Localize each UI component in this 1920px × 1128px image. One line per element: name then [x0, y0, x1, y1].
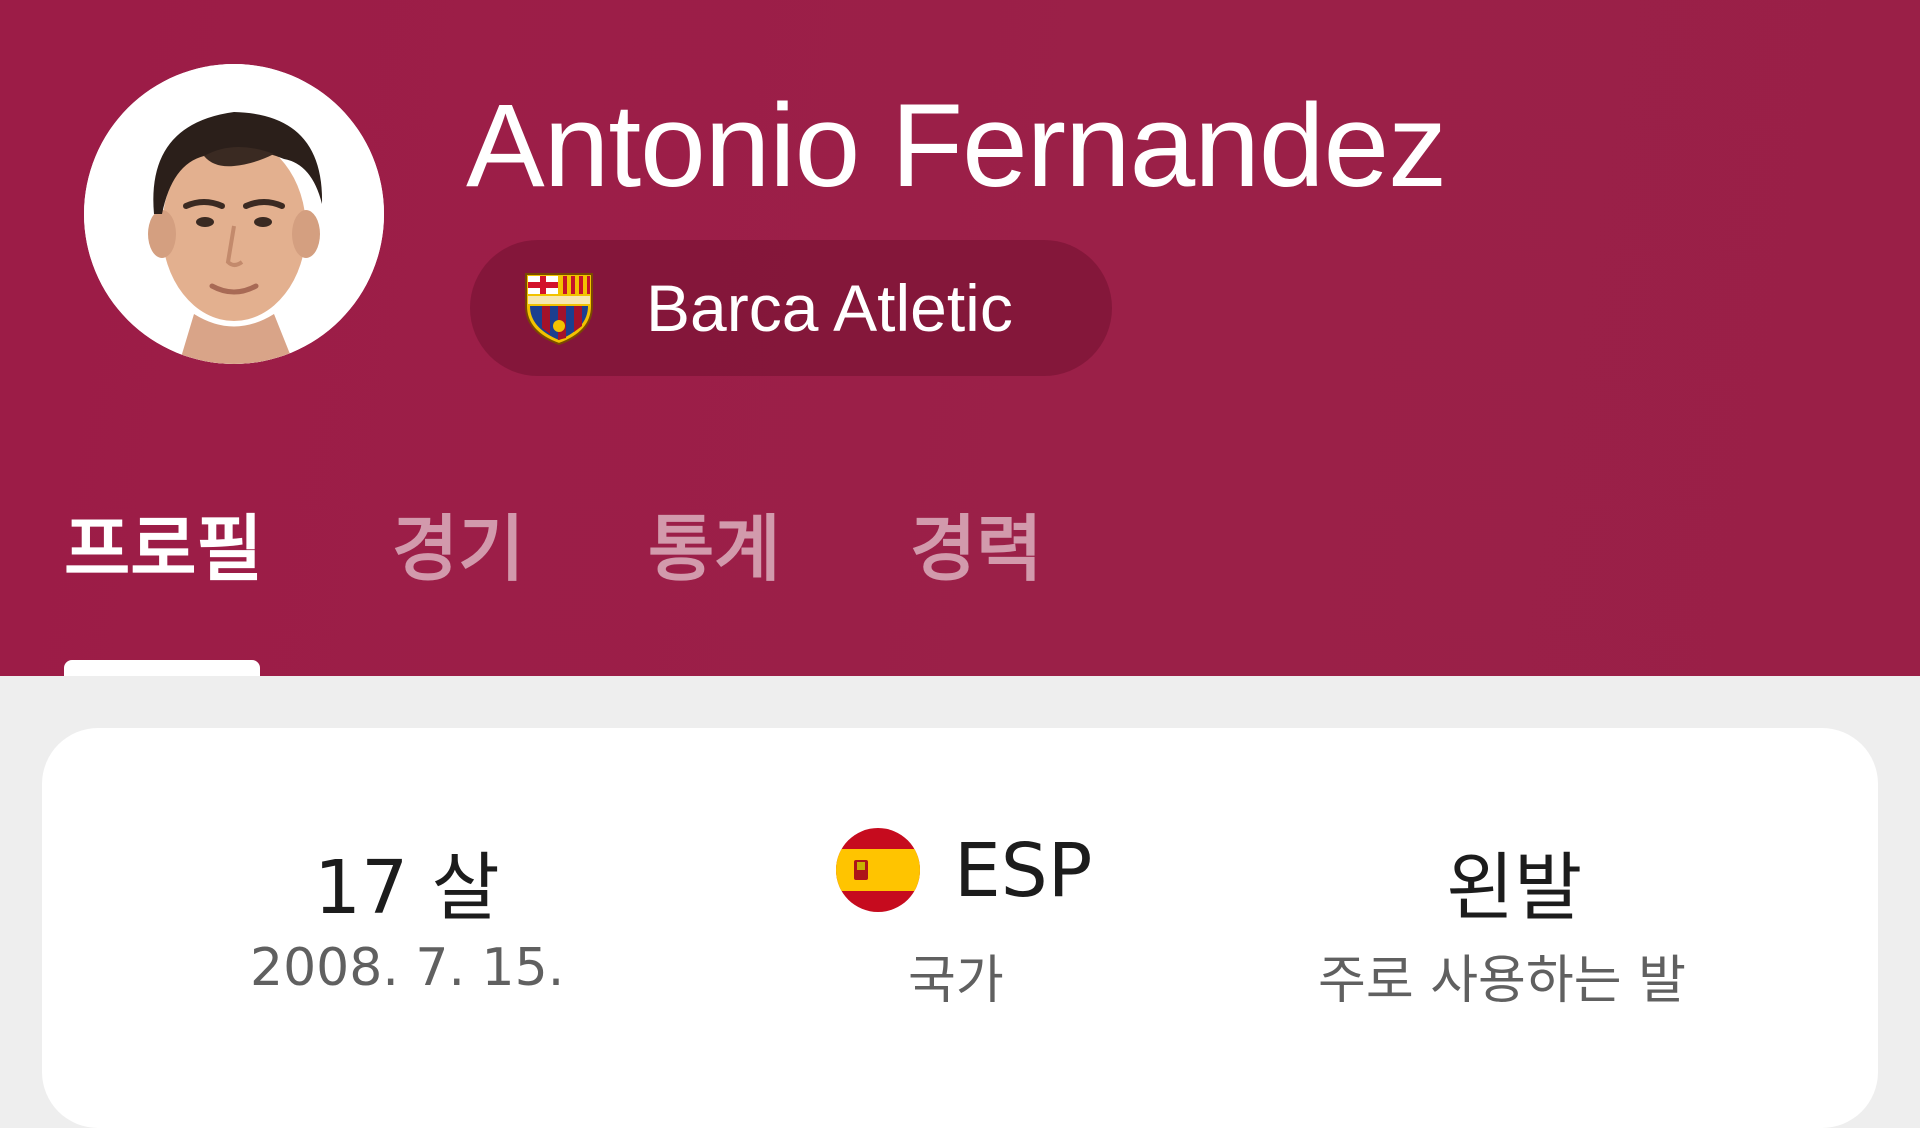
player-avatar: [84, 64, 384, 364]
active-tab-indicator: [64, 660, 260, 676]
profile-header: Antonio Fernandez Barca Atletic 프로필 경기 통…: [0, 0, 1920, 676]
age-value: 17 살: [314, 845, 500, 931]
team-name: Barca Atletic: [646, 271, 1013, 345]
team-chip[interactable]: Barca Atletic: [470, 240, 1112, 376]
profile-info-card: 17 살 2008. 7. 15. ESP 국가 왼발 주로 사용하는 발: [42, 728, 1878, 1128]
player-photo: [84, 64, 384, 364]
tab-stats[interactable]: 통계: [648, 490, 780, 595]
tab-profile[interactable]: 프로필: [64, 490, 263, 595]
foot-value: 왼발: [1446, 845, 1583, 931]
spain-flag-icon: [836, 828, 920, 912]
birthdate-label: 2008. 7. 15.: [250, 938, 565, 998]
tab-matches[interactable]: 경기: [392, 490, 524, 595]
nation-value: ESP: [954, 828, 1093, 914]
profile-tabs: 프로필 경기 통계 경력: [0, 490, 1920, 676]
team-crest-icon: [525, 273, 593, 346]
nation-label: 국가: [908, 951, 1004, 1011]
foot-label: 주로 사용하는 발: [1318, 951, 1686, 1011]
player-name: Antonio Fernandez: [466, 80, 1447, 212]
tab-career[interactable]: 경력: [910, 490, 1042, 595]
